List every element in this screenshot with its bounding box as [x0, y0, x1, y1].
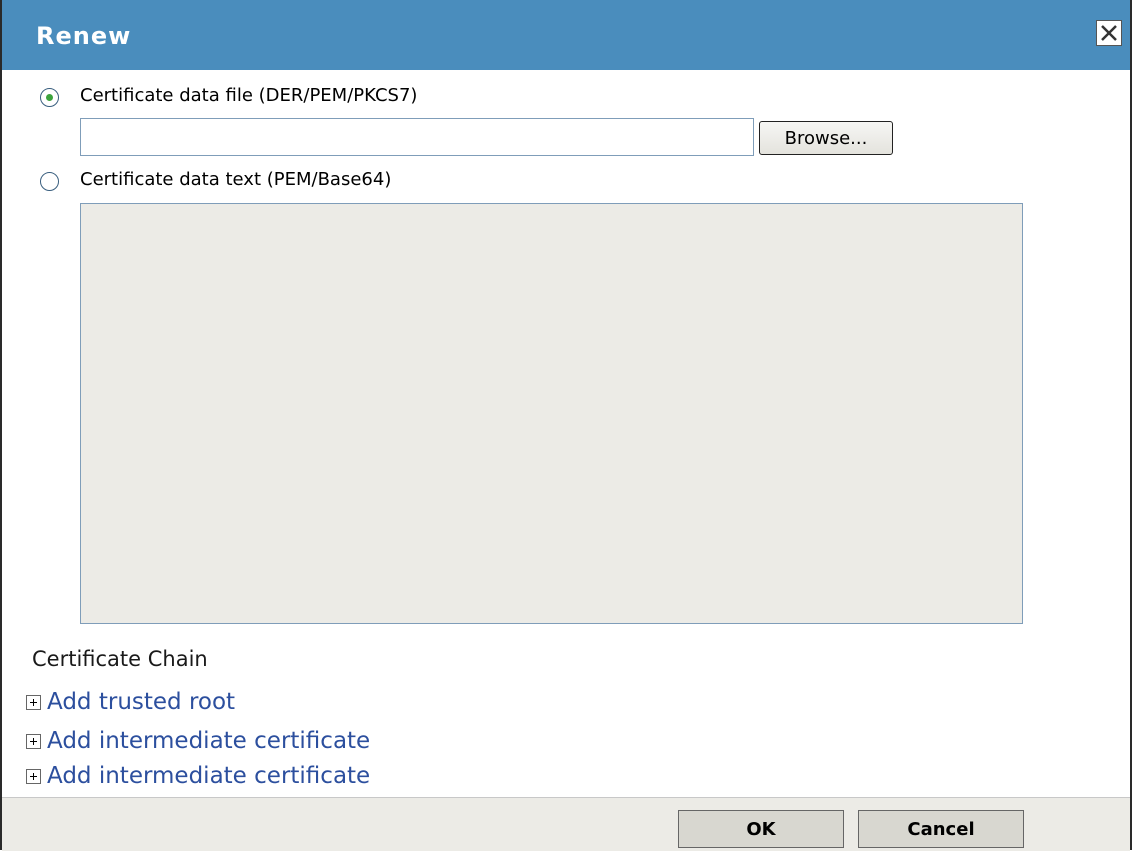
chain-item-label[interactable]: Add trusted root [47, 689, 235, 715]
radio-selected-dot [46, 94, 53, 101]
dialog-footer: OK Cancel [2, 797, 1130, 851]
certificate-file-label: Certificate data file (DER/PEM/PKCS7) [80, 85, 418, 106]
cancel-button[interactable]: Cancel [858, 810, 1024, 848]
certificate-file-radio[interactable] [40, 88, 59, 107]
certificate-chain-title: Certificate Chain [32, 647, 208, 671]
certificate-file-input[interactable] [80, 118, 754, 156]
close-button[interactable] [1096, 20, 1122, 46]
dialog-title: Renew [36, 22, 132, 50]
chain-item-label[interactable]: Add intermediate certificate [47, 728, 370, 754]
browse-button[interactable]: Browse... [759, 121, 893, 155]
close-icon [1101, 25, 1117, 41]
certificate-text-radio[interactable] [40, 172, 59, 191]
expand-plus-icon [26, 733, 41, 749]
add-intermediate-certificate-link-1[interactable]: Add intermediate certificate [26, 727, 370, 755]
chain-item-label[interactable]: Add intermediate certificate [47, 763, 370, 789]
dialog-titlebar: Renew [2, 0, 1130, 70]
expand-plus-icon [26, 768, 41, 784]
ok-button[interactable]: OK [678, 810, 844, 848]
add-trusted-root-link[interactable]: Add trusted root [26, 688, 235, 716]
renew-dialog: Renew Certificate data file (DER/PEM/PKC… [0, 0, 1132, 851]
certificate-text-label: Certificate data text (PEM/Base64) [80, 169, 392, 190]
certificate-text-area[interactable] [80, 203, 1023, 624]
add-intermediate-certificate-link-2[interactable]: Add intermediate certificate [26, 762, 370, 790]
expand-plus-icon [26, 694, 41, 710]
